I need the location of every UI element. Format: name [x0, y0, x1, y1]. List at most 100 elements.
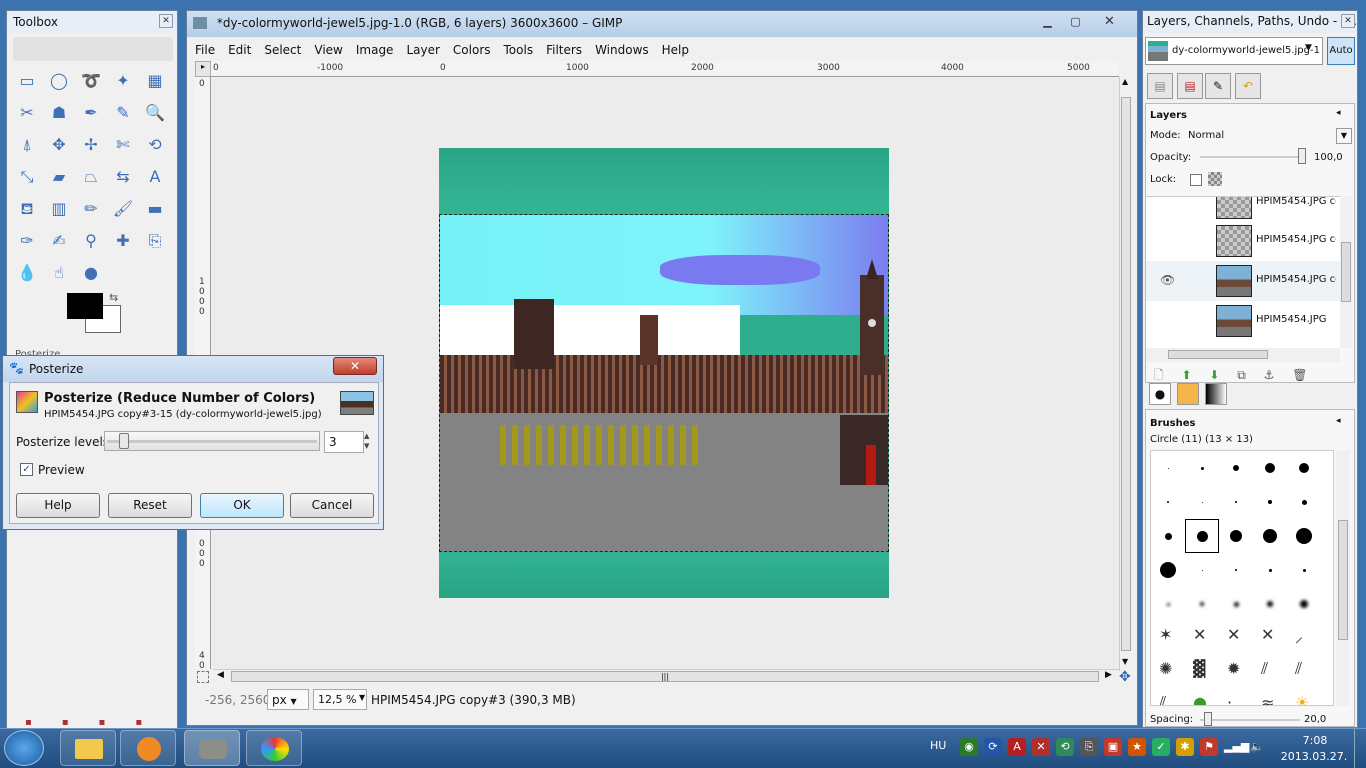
- unit-select[interactable]: px ▼: [267, 689, 309, 710]
- pencil-icon[interactable]: ✏: [79, 197, 103, 221]
- tray-mute-icon[interactable]: ✕: [1032, 738, 1050, 756]
- opacity-slider[interactable]: [1200, 156, 1300, 158]
- auto-button[interactable]: Auto: [1327, 37, 1355, 65]
- brush-item[interactable]: ●: [1193, 693, 1207, 705]
- brush-item[interactable]: ·: [1227, 693, 1232, 705]
- clock-time[interactable]: 7:08: [1284, 734, 1346, 747]
- taskbar-paint[interactable]: [246, 730, 302, 766]
- spacing-value[interactable]: 20,0: [1304, 714, 1326, 725]
- menu-image[interactable]: Image: [356, 43, 394, 57]
- tray-network-icon[interactable]: ◉: [960, 738, 978, 756]
- shear-icon[interactable]: ▰: [47, 165, 71, 189]
- scale-icon[interactable]: ⤡: [15, 165, 39, 189]
- move-icon[interactable]: ✥: [47, 133, 71, 157]
- bucket-fill-icon[interactable]: ⛾: [15, 197, 39, 221]
- color-picker-icon[interactable]: ✎: [111, 101, 135, 125]
- measure-icon[interactable]: ⍋: [15, 133, 39, 157]
- free-select-icon[interactable]: ➰: [79, 69, 103, 93]
- show-desktop-button[interactable]: [1354, 729, 1366, 768]
- tray-sync-icon[interactable]: ⟲: [1056, 738, 1074, 756]
- new-layer-icon[interactable]: 🗋: [1154, 368, 1164, 382]
- brush-item[interactable]: ⫽: [1295, 659, 1302, 679]
- levels-slider-handle[interactable]: [119, 433, 129, 449]
- brush-item[interactable]: ✕: [1193, 625, 1206, 644]
- raise-layer-icon[interactable]: ⬆: [1181, 368, 1191, 382]
- brush-item[interactable]: ✹: [1227, 659, 1240, 678]
- brushes-panel-menu-icon[interactable]: ◂: [1336, 416, 1341, 426]
- brush-item[interactable]: [1233, 601, 1239, 607]
- tray-flag-icon[interactable]: ⚑: [1200, 738, 1218, 756]
- dock-tab-channels-icon[interactable]: ▤: [1177, 73, 1203, 99]
- menu-view[interactable]: View: [314, 43, 342, 57]
- tray-devices-icon[interactable]: ⎘: [1080, 738, 1098, 756]
- perspective-icon[interactable]: ⏢: [79, 165, 103, 189]
- brush-item[interactable]: [1268, 568, 1272, 572]
- tray-check-icon[interactable]: ✓: [1152, 738, 1170, 756]
- smudge-icon[interactable]: ☝: [47, 261, 71, 285]
- lower-layer-icon[interactable]: ⬇: [1209, 368, 1219, 382]
- taskbar-media-player[interactable]: [120, 730, 176, 766]
- brush-grid-scrollbar[interactable]: [1336, 450, 1350, 706]
- swap-colors-icon[interactable]: ⇆: [109, 291, 118, 304]
- spacing-slider-handle[interactable]: [1204, 712, 1212, 726]
- delete-layer-icon[interactable]: 🗑: [1292, 368, 1307, 382]
- menu-help[interactable]: Help: [662, 43, 689, 57]
- brush-item[interactable]: ☀: [1295, 693, 1309, 705]
- brush-item[interactable]: ✺: [1159, 659, 1172, 678]
- ok-button[interactable]: OK: [200, 493, 284, 518]
- tray-update-icon[interactable]: ⟳: [984, 738, 1002, 756]
- mode-chevron-icon[interactable]: ▼: [1336, 128, 1352, 144]
- toolbox-close-button[interactable]: ✕: [159, 14, 173, 28]
- dock-close-button[interactable]: ✕: [1341, 14, 1355, 28]
- ink-icon[interactable]: ✍: [47, 229, 71, 253]
- brush-item[interactable]: ⫽: [1159, 693, 1166, 705]
- rect-select-icon[interactable]: ▭: [15, 69, 39, 93]
- taskbar-gimp[interactable]: [184, 730, 240, 766]
- preview-checkbox[interactable]: ✓: [20, 463, 33, 476]
- help-button[interactable]: Help: [16, 493, 100, 518]
- vertical-scrollbar[interactable]: ▲ ▼: [1119, 77, 1133, 671]
- dodge-burn-icon[interactable]: ●: [79, 261, 103, 285]
- lock-alpha-icon[interactable]: [1208, 172, 1222, 186]
- dock-tab-paths-icon[interactable]: ✎: [1205, 73, 1231, 99]
- layer-list-scrollbar[interactable]: [1340, 196, 1352, 348]
- horizontal-scroll-thumb[interactable]: |||: [231, 671, 1099, 682]
- paintbrush-icon[interactable]: 🖌: [111, 197, 135, 221]
- menu-windows[interactable]: Windows: [595, 43, 649, 57]
- anchor-layer-icon[interactable]: ⚓: [1264, 368, 1275, 382]
- brush-item[interactable]: ✶: [1159, 625, 1172, 644]
- flip-icon[interactable]: ⇆: [111, 165, 135, 189]
- text-icon[interactable]: A: [143, 165, 167, 189]
- eye-icon[interactable]: 👁: [1160, 273, 1175, 287]
- zoom-chevron-icon[interactable]: ▼: [359, 693, 365, 702]
- dock-tab-layers-icon[interactable]: ▤: [1147, 73, 1173, 99]
- pattern-tab-icon[interactable]: [1177, 383, 1199, 405]
- layer-row[interactable]: HPIM5454.JPG: [1146, 301, 1340, 341]
- brush-item[interactable]: ✕: [1227, 625, 1240, 644]
- crop-icon[interactable]: ✄: [111, 133, 135, 157]
- menu-file[interactable]: File: [195, 43, 215, 57]
- brush-tab-icon[interactable]: ●: [1149, 383, 1171, 405]
- reset-button[interactable]: Reset: [108, 493, 192, 518]
- tray-volume-icon[interactable]: 🔈: [1248, 738, 1266, 756]
- brush-item[interactable]: ≈: [1261, 693, 1274, 705]
- brush-item[interactable]: ▓: [1193, 659, 1205, 678]
- layer-row[interactable]: HPIM5454.JPG co: [1146, 221, 1340, 261]
- blur-icon[interactable]: 💧: [15, 261, 39, 285]
- layer-row[interactable]: HPIM5454.JPG co: [1146, 197, 1340, 223]
- language-indicator[interactable]: HU: [930, 739, 946, 752]
- brush-item[interactable]: [1167, 501, 1169, 503]
- minimize-button[interactable]: ▁: [1039, 14, 1056, 30]
- layer-row[interactable]: 👁 HPIM5454.JPG co: [1146, 261, 1340, 301]
- maximize-button[interactable]: ▢: [1067, 14, 1084, 30]
- brush-item[interactable]: [1201, 569, 1203, 571]
- lock-pixels-checkbox[interactable]: [1190, 174, 1202, 186]
- brush-item[interactable]: [1296, 528, 1312, 544]
- fuzzy-select-icon[interactable]: ✦: [111, 69, 135, 93]
- spacing-slider[interactable]: [1200, 719, 1300, 721]
- brush-item[interactable]: [1267, 601, 1273, 607]
- eraser-icon[interactable]: ▬: [143, 197, 167, 221]
- menu-tools[interactable]: Tools: [504, 43, 534, 57]
- mode-select[interactable]: Normal: [1188, 130, 1224, 141]
- levels-slider[interactable]: [104, 431, 320, 451]
